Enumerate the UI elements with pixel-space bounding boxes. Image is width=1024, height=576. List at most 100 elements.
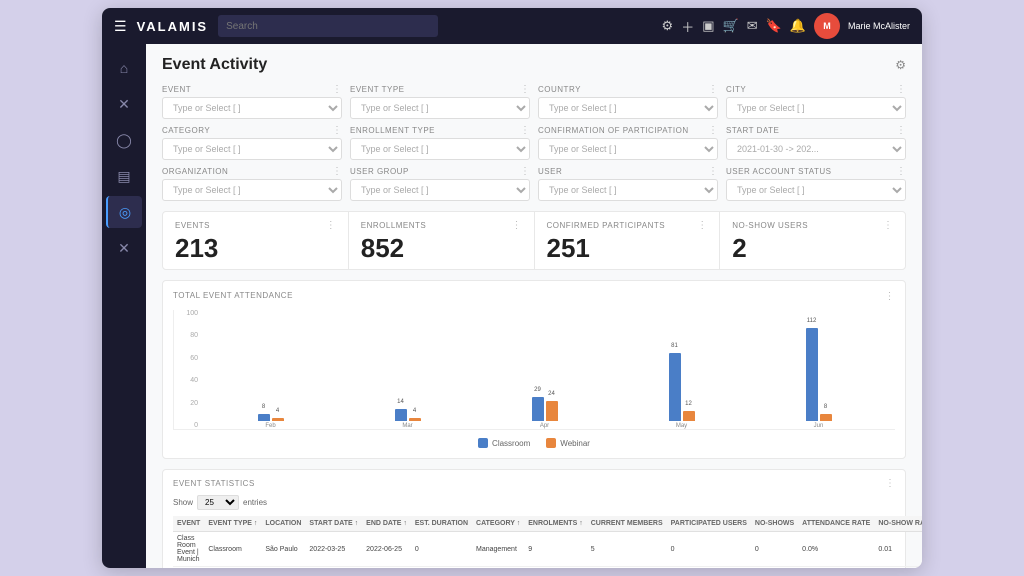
col-participated[interactable]: PARTICIPATED USERS xyxy=(667,516,751,532)
filter-enrollment-type-dots[interactable]: ⋮ xyxy=(520,125,530,136)
filter-confirmation-dots[interactable]: ⋮ xyxy=(708,125,718,136)
filter-user-group-dots[interactable]: ⋮ xyxy=(520,166,530,177)
filter-country-label: COUNTRY xyxy=(538,85,581,94)
search-input[interactable] xyxy=(218,15,438,37)
filter-city-dots[interactable]: ⋮ xyxy=(896,84,906,95)
stat-confirmed-dots[interactable]: ⋮ xyxy=(697,220,707,231)
stat-enrollments-dots[interactable]: ⋮ xyxy=(512,220,522,231)
sidebar-item-courses[interactable]: ◯ xyxy=(106,124,142,156)
filter-organization: ORGANIZATION ⋮ Type or Select [ ] xyxy=(162,166,342,201)
bar-classroom: 14 xyxy=(395,409,407,421)
chart-options-dots[interactable]: ⋮ xyxy=(885,291,896,302)
col-start-date[interactable]: START DATE ↑ xyxy=(305,516,362,532)
filter-organization-select[interactable]: Type or Select [ ] xyxy=(162,179,342,201)
col-duration[interactable]: EST. DURATION xyxy=(411,516,472,532)
sidebar-item-home[interactable]: ⌂ xyxy=(106,52,142,84)
show-count-select[interactable]: 25 50 100 xyxy=(197,495,239,510)
bar-webinar-value: 4 xyxy=(413,408,416,414)
table-cell: Classroom xyxy=(204,567,261,569)
filter-organization-label: ORGANIZATION xyxy=(162,167,228,176)
table-row: Class Room Event | MunichClassroom2022-0… xyxy=(173,567,922,569)
table-header: EVENT EVENT TYPE ↑ LOCATION START DATE ↑… xyxy=(173,516,922,532)
col-event-type[interactable]: EVENT TYPE ↑ xyxy=(204,516,261,532)
filter-event-select[interactable]: Type or Select [ ] xyxy=(162,97,342,119)
menu-icon[interactable]: ☰ xyxy=(114,18,127,35)
show-label: Show xyxy=(173,498,193,507)
filter-city-select[interactable]: Type or Select [ ] xyxy=(726,97,906,119)
sidebar-item-reports[interactable]: ▤ xyxy=(106,160,142,192)
filter-organization-dots[interactable]: ⋮ xyxy=(332,166,342,177)
chart-area: 100 80 60 40 20 0 84Feb144Mar2924Apr8112… xyxy=(173,310,895,430)
filter-enrollment-type-select[interactable]: Type or Select [ ] xyxy=(350,138,530,160)
col-end-date[interactable]: END DATE ↑ xyxy=(362,516,411,532)
legend-webinar: Webinar xyxy=(546,438,590,448)
filter-confirmation-select[interactable]: Type or Select [ ] xyxy=(538,138,718,160)
filter-row-1: EVENT ⋮ Type or Select [ ] EVENT TYPE ⋮ … xyxy=(162,84,906,119)
col-enrolments[interactable]: ENROLMENTS ↑ xyxy=(524,516,586,532)
topbar-icons: ⚙ ＋ ▣ 🛒 ✉ 🔖 🔔 M Marie McAlister xyxy=(662,13,910,39)
sidebar-item-users[interactable]: ✕ xyxy=(106,88,142,120)
filter-event-type-select[interactable]: Type or Select [ ] xyxy=(350,97,530,119)
sidebar-item-settings[interactable]: ◎ xyxy=(106,196,142,228)
bookmark-icon[interactable]: 🔖 xyxy=(766,18,782,34)
avatar[interactable]: M xyxy=(814,13,840,39)
plus-icon[interactable]: ＋ xyxy=(681,17,694,36)
filter-start-date-select[interactable]: 2021-01-30 -> 202... xyxy=(726,138,906,160)
filter-user: USER ⋮ Type or Select [ ] xyxy=(538,166,718,201)
col-current-members[interactable]: CURRENT MEMBERS xyxy=(587,516,667,532)
filter-user-group-select[interactable]: Type or Select [ ] xyxy=(350,179,530,201)
legend-webinar-label: Webinar xyxy=(560,439,590,448)
stat-confirmed-value: 251 xyxy=(547,233,590,263)
y-axis: 100 80 60 40 20 0 xyxy=(174,310,202,429)
filter-user-select[interactable]: Type or Select [ ] xyxy=(538,179,718,201)
bar-webinar-value: 24 xyxy=(548,391,555,397)
col-no-shows[interactable]: NO-SHOWS xyxy=(751,516,798,532)
stat-enrollments-label: ENROLLMENTS xyxy=(361,221,427,230)
monitor-icon[interactable]: ▣ xyxy=(702,18,714,34)
table-header-row: EVENT STATISTICS ⋮ xyxy=(173,478,895,489)
bar-classroom-value: 81 xyxy=(671,343,678,349)
filter-account-status-select[interactable]: Type or Select [ ] xyxy=(726,179,906,201)
col-no-show-rate[interactable]: NO-SHOW RATE xyxy=(874,516,922,532)
table-cell: 2022-04-28 xyxy=(305,567,362,569)
bar-month-feb: 84Feb xyxy=(204,310,337,429)
filter-user-dots[interactable]: ⋮ xyxy=(708,166,718,177)
stat-events-value: 213 xyxy=(175,233,218,263)
filter-category-select[interactable]: Type or Select [ ] xyxy=(162,138,342,160)
table-options-dots[interactable]: ⋮ xyxy=(885,478,895,489)
table-cell: Management xyxy=(472,532,524,567)
chart-title-row: TOTAL EVENT ATTENDANCE ⋮ xyxy=(173,291,895,302)
filter-category-dots[interactable]: ⋮ xyxy=(332,125,342,136)
col-location[interactable]: LOCATION xyxy=(261,516,305,532)
filter-event-type-dots[interactable]: ⋮ xyxy=(520,84,530,95)
table-title: EVENT STATISTICS xyxy=(173,479,255,488)
table-cell: 0 xyxy=(667,532,751,567)
filter-start-date-dots[interactable]: ⋮ xyxy=(896,125,906,136)
stat-noshow-dots[interactable]: ⋮ xyxy=(883,220,893,231)
sidebar-item-tools[interactable]: ✕ xyxy=(106,232,142,264)
bar-webinar: 12 xyxy=(683,411,695,421)
filter-country-select[interactable]: Type or Select [ ] xyxy=(538,97,718,119)
filter-confirmation-label: CONFIRMATION OF PARTICIPATION xyxy=(538,126,689,135)
filter-account-status-dots[interactable]: ⋮ xyxy=(896,166,906,177)
bar-classroom: 81 xyxy=(669,353,681,421)
col-event[interactable]: EVENT xyxy=(173,516,204,532)
bell-icon[interactable]: 🔔 xyxy=(790,18,806,34)
col-attendance-rate[interactable]: ATTENDANCE RATE xyxy=(798,516,874,532)
table-cell: 1 xyxy=(587,567,667,569)
bar-month-apr: 2924Apr xyxy=(478,310,611,429)
bar-month-mar: 144Mar xyxy=(341,310,474,429)
bar-webinar: 4 xyxy=(272,418,284,421)
settings-icon[interactable]: ⚙ xyxy=(662,18,674,34)
filter-country-dots[interactable]: ⋮ xyxy=(708,84,718,95)
col-category[interactable]: CATEGORY ↑ xyxy=(472,516,524,532)
mail-icon[interactable]: ✉ xyxy=(747,18,758,34)
filter-user-group-label: USER GROUP xyxy=(350,167,409,176)
filter-country: COUNTRY ⋮ Type or Select [ ] xyxy=(538,84,718,119)
cart-icon[interactable]: 🛒 xyxy=(723,18,739,34)
stat-events-dots[interactable]: ⋮ xyxy=(326,220,336,231)
entries-label: entries xyxy=(243,498,267,507)
user-name: Marie McAlister xyxy=(848,21,910,32)
filter-event-dots[interactable]: ⋮ xyxy=(332,84,342,95)
page-settings-icon[interactable]: ⚙ xyxy=(895,58,906,72)
